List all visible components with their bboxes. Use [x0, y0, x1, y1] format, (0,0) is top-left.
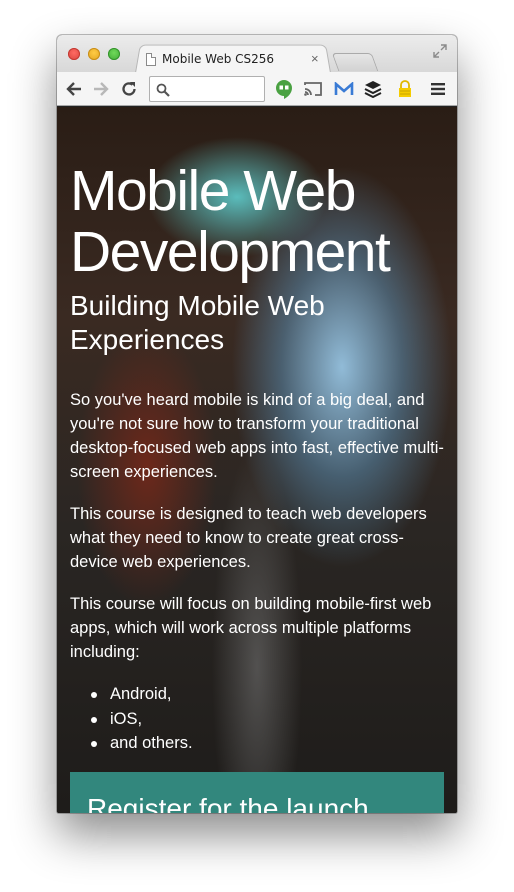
list-item: iOS, [70, 707, 444, 732]
lastpass-extension[interactable] [395, 79, 415, 99]
list-item: and others. [70, 731, 444, 756]
forward-arrow-icon [94, 82, 109, 96]
hangouts-extension[interactable] [274, 79, 294, 99]
lock-icon [399, 80, 411, 97]
course-description-paragraph: This course is designed to teach web dev… [70, 505, 427, 571]
hamburger-menu-icon [431, 83, 445, 95]
back-arrow-icon [66, 82, 81, 96]
reload-icon [122, 82, 136, 96]
forward-button[interactable] [91, 79, 111, 99]
buffer-extension[interactable] [363, 79, 383, 99]
page-viewport[interactable]: Mobile Web Development Building Mobile W… [57, 107, 457, 813]
register-panel: Register for the launch [70, 772, 444, 813]
gmail-extension[interactable] [334, 79, 354, 99]
browser-window: Mobile Web CS256 × Mobile Web Developmen… [57, 35, 457, 813]
register-title: Register for the launch [87, 793, 369, 813]
address-bar[interactable] [149, 76, 265, 102]
tab-content: Mobile Web CS256 [146, 50, 274, 68]
window-minimize-button[interactable] [88, 48, 100, 60]
page-icon [146, 52, 156, 66]
new-tab-button[interactable] [331, 53, 379, 71]
search-icon [156, 83, 170, 97]
tab-title: Mobile Web CS256 [162, 52, 275, 66]
window-maximize-button[interactable] [108, 48, 120, 60]
intro-paragraph: So you've heard mobile is kind of a big … [70, 391, 444, 481]
browser-toolbar [57, 72, 457, 106]
address-input[interactable] [172, 80, 260, 98]
menu-button[interactable] [428, 79, 448, 99]
page-subtitle: Building Mobile Web Experiences [70, 290, 325, 355]
cast-extension[interactable] [303, 79, 323, 99]
fullscreen-icon[interactable] [433, 44, 447, 58]
reload-button[interactable] [119, 79, 139, 99]
tab-close-icon[interactable]: × [311, 50, 319, 68]
cast-icon [304, 82, 322, 96]
hangouts-icon [276, 80, 292, 99]
page-title: Mobile Web Development [70, 159, 391, 284]
window-close-button[interactable] [68, 48, 80, 60]
platform-list: Android, iOS, and others. [70, 682, 444, 756]
course-focus-paragraph: This course will focus on building mobil… [70, 595, 432, 661]
tab-strip: Mobile Web CS256 × [57, 35, 457, 73]
list-item: Android, [70, 682, 444, 707]
gmail-icon [334, 82, 354, 95]
back-button[interactable] [64, 79, 84, 99]
buffer-icon [364, 81, 382, 98]
